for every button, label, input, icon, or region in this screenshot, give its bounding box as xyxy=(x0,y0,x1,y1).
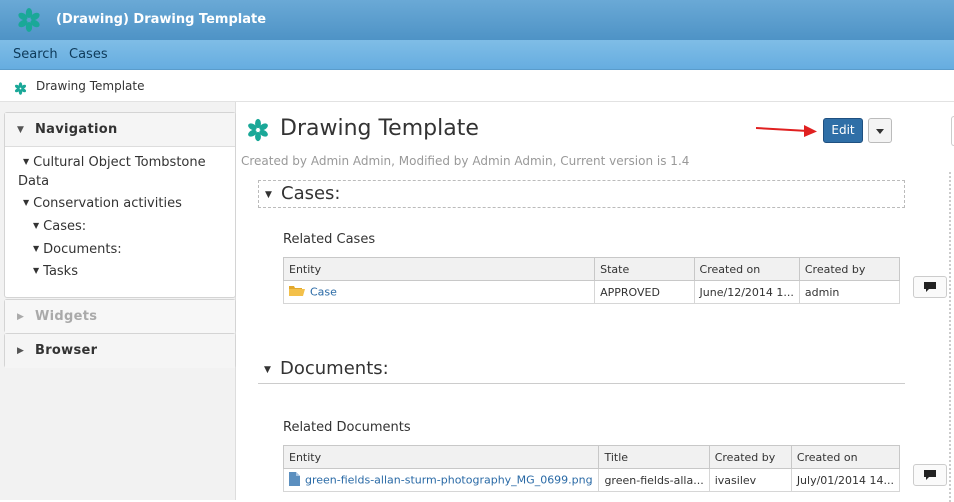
app-title: (Drawing) Drawing Template xyxy=(56,12,267,27)
caret-right-icon: ▶ xyxy=(17,312,24,322)
widgets-panel-title: Widgets xyxy=(35,309,98,324)
tree-item-label: Cases: xyxy=(43,219,87,234)
caret-down-icon: ▼ xyxy=(33,244,40,253)
tree-item-cases[interactable]: ▼ Cases: xyxy=(33,219,86,234)
case-link[interactable]: Case xyxy=(310,285,337,298)
asterisk-icon xyxy=(14,80,27,99)
state-cell: APPROVED xyxy=(594,280,695,304)
caret-down-icon: ▼ xyxy=(33,221,40,230)
caret-down-icon: ▼ xyxy=(265,190,272,200)
navigation-panel: ▼ Navigation ▼ Cultural Object Tombstone … xyxy=(4,112,236,298)
widgets-panel-header[interactable]: ▶ Widgets xyxy=(5,300,235,334)
breadcrumb-item-drawing-template[interactable]: Drawing Template xyxy=(36,79,144,93)
caret-down-icon: ▼ xyxy=(23,198,30,207)
page-title: Drawing Template xyxy=(280,116,479,141)
folder-icon xyxy=(289,285,305,300)
tree-item-cultural-object[interactable]: ▼ Cultural Object Tombstone xyxy=(23,155,206,170)
asterisk-logo-icon xyxy=(16,7,42,37)
tree-item-label: Tasks xyxy=(43,264,78,279)
navigation-panel-header[interactable]: ▼ Navigation xyxy=(5,113,235,147)
entity-cell: green-fields-allan-sturm-photography_MG_… xyxy=(282,468,600,492)
menu-item-search[interactable]: Search xyxy=(13,47,58,62)
column-header-entity[interactable]: Entity xyxy=(282,257,596,281)
top-menu-bar: Search Cases xyxy=(0,40,954,70)
comment-button[interactable] xyxy=(913,276,947,298)
tree-item-label: Documents: xyxy=(43,242,122,257)
column-header-state[interactable]: State xyxy=(594,257,695,281)
column-header-title[interactable]: Title xyxy=(598,445,710,469)
comment-button[interactable] xyxy=(913,464,947,486)
browser-panel-header[interactable]: ▶ Browser xyxy=(5,334,235,368)
chevron-down-icon xyxy=(876,129,884,134)
caret-down-icon: ▼ xyxy=(33,266,40,275)
tree-item-label: Cultural Object Tombstone xyxy=(33,155,206,170)
caret-down-icon: ▼ xyxy=(17,125,24,135)
table-row: green-fields-allan-sturm-photography_MG_… xyxy=(282,468,901,492)
related-documents-table: Entity Title Created by Created on green… xyxy=(282,445,901,492)
tree-item-documents[interactable]: ▼ Documents: xyxy=(33,242,122,257)
related-cases-table: Entity State Created on Created by Case … xyxy=(282,257,901,304)
widgets-panel: ▶ Widgets xyxy=(4,299,236,334)
created-by-cell: ivasilev xyxy=(708,468,792,492)
comment-icon xyxy=(924,470,936,480)
app-titlebar: (Drawing) Drawing Template xyxy=(0,0,954,40)
cases-section-title: Cases: xyxy=(281,183,341,204)
created-on-cell: July/01/2014 14... xyxy=(790,468,901,492)
title-cell: green-fields-alla... xyxy=(598,468,710,492)
asterisk-icon xyxy=(246,118,270,146)
entity-cell: Case xyxy=(282,280,596,304)
caret-down-icon: ▼ xyxy=(264,365,271,375)
related-documents-label: Related Documents xyxy=(283,420,411,435)
file-icon xyxy=(289,471,300,489)
tree-item-conservation-activities[interactable]: ▼ Conservation activities xyxy=(23,196,182,211)
column-header-created-on[interactable]: Created on xyxy=(790,445,901,469)
menu-item-cases[interactable]: Cases xyxy=(69,47,108,62)
browser-panel-title: Browser xyxy=(35,343,98,358)
tree-item-tasks[interactable]: ▼ Tasks xyxy=(33,264,78,279)
column-header-created-by[interactable]: Created by xyxy=(708,445,792,469)
more-actions-dropdown[interactable] xyxy=(868,118,892,143)
column-header-created-by[interactable]: Created by xyxy=(798,257,901,281)
column-header-created-on[interactable]: Created on xyxy=(693,257,800,281)
documents-section-title: Documents: xyxy=(280,358,389,379)
caret-down-icon: ▼ xyxy=(23,157,30,166)
caret-right-icon: ▶ xyxy=(17,346,24,356)
breadcrumb: Drawing Template xyxy=(0,71,954,102)
comment-icon xyxy=(924,282,936,292)
created-by-cell: admin xyxy=(798,280,901,304)
divider xyxy=(949,172,951,502)
table-header-row: Entity Title Created by Created on xyxy=(282,445,901,469)
table-row: Case APPROVED June/12/2014 1... admin xyxy=(282,280,901,304)
tree-item-label: Conservation activities xyxy=(33,196,182,211)
related-cases-label: Related Cases xyxy=(283,232,376,247)
navigation-tree: ▼ Cultural Object Tombstone Data ▼ Conserv… xyxy=(5,147,235,297)
table-header-row: Entity State Created on Created by xyxy=(282,257,901,281)
edit-button[interactable]: Edit xyxy=(823,118,863,143)
annotation-arrow-icon xyxy=(756,125,817,137)
navigation-panel-title: Navigation xyxy=(35,122,118,137)
version-meta: Created by Admin Admin, Modified by Admi… xyxy=(241,154,690,168)
column-header-entity[interactable]: Entity xyxy=(282,445,600,469)
tree-item-label-continued[interactable]: Data xyxy=(18,174,49,189)
created-on-cell: June/12/2014 1... xyxy=(693,280,800,304)
cases-section-header[interactable]: ▼ Cases: xyxy=(258,180,905,208)
sidebar: ▼ Navigation ▼ Cultural Object Tombstone … xyxy=(0,102,236,500)
main-content: Drawing Template Edit Created by Admin A… xyxy=(236,102,954,502)
documents-section-header[interactable]: ▼ Documents: xyxy=(258,356,905,384)
document-link[interactable]: green-fields-allan-sturm-photography_MG_… xyxy=(305,473,593,486)
browser-panel: ▶ Browser xyxy=(4,333,236,368)
